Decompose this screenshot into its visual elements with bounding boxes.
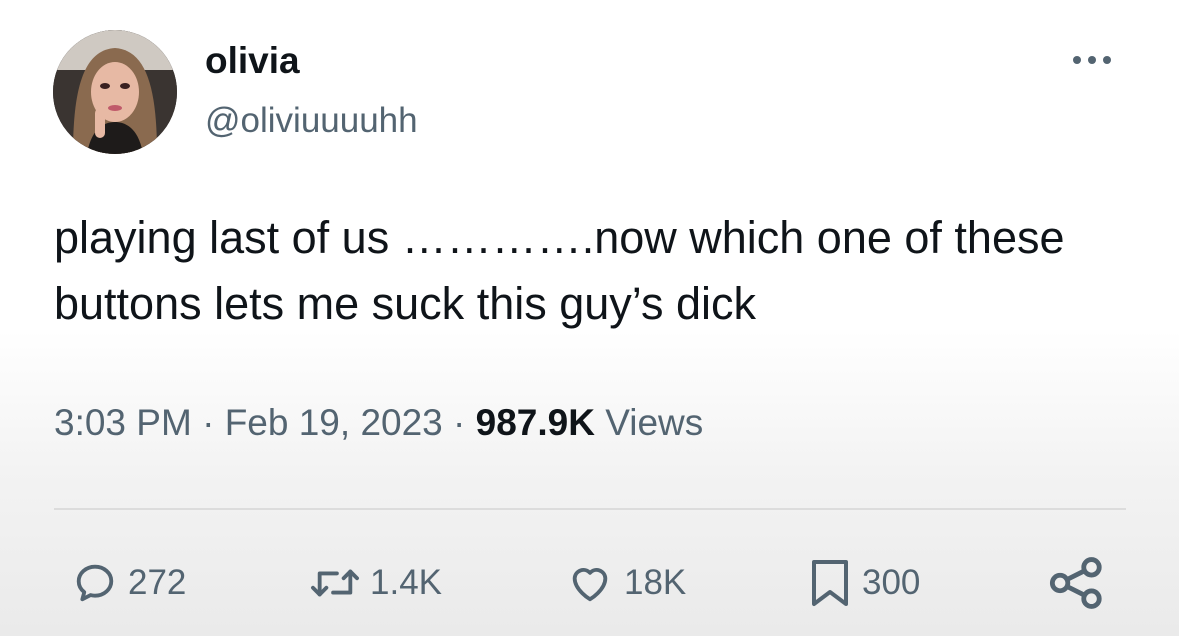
like-button[interactable]: 18K — [566, 560, 686, 606]
views-count[interactable]: 987.9K — [476, 402, 595, 443]
dot — [1103, 56, 1111, 64]
share-button[interactable] — [1048, 557, 1106, 609]
like-count: 18K — [624, 563, 687, 602]
retweet-icon — [311, 569, 359, 597]
more-icon[interactable] — [1062, 50, 1122, 70]
dot — [1088, 56, 1096, 64]
bookmark-count: 300 — [862, 563, 921, 602]
display-name[interactable]: olivia — [205, 40, 300, 82]
reply-count: 272 — [128, 563, 187, 602]
bookmark-button[interactable]: 300 — [808, 560, 920, 606]
reply-icon — [76, 564, 114, 602]
tweet-meta: 3:03 PM · Feb 19, 2023 · 987.9K Views — [54, 402, 703, 444]
tweet-date[interactable]: Feb 19, 2023 — [225, 402, 443, 443]
views-label[interactable]: Views — [605, 402, 703, 443]
retweet-count: 1.4K — [370, 563, 442, 602]
tweet-text: playing last of us ………….now which one of… — [54, 212, 1065, 329]
retweet-button[interactable]: 1.4K — [310, 560, 442, 606]
avatar[interactable] — [53, 30, 177, 154]
dot — [1073, 56, 1081, 64]
share-icon — [1049, 557, 1102, 609]
user-handle[interactable]: @oliviuuuuhh — [205, 101, 418, 141]
bookmark-icon — [812, 560, 848, 606]
heart-icon — [572, 568, 608, 602]
reply-button[interactable]: 272 — [72, 560, 186, 606]
meta-separator: · — [453, 402, 466, 443]
divider — [54, 508, 1126, 510]
meta-separator: · — [202, 402, 215, 443]
tweet-time[interactable]: 3:03 PM — [54, 402, 192, 443]
